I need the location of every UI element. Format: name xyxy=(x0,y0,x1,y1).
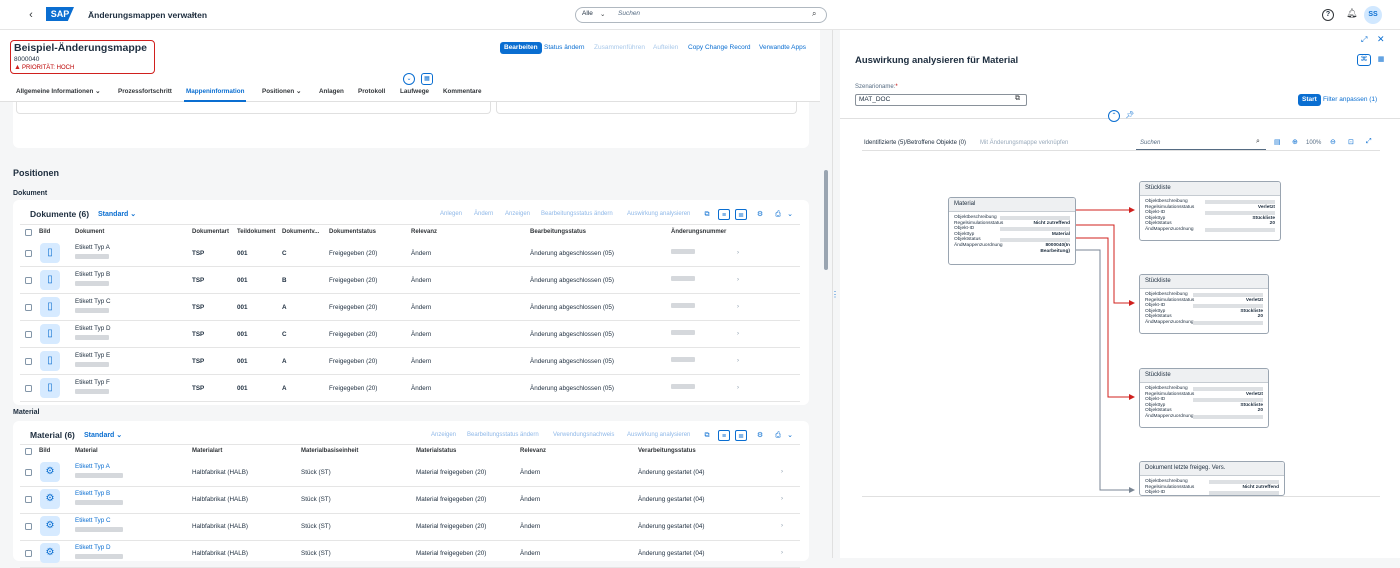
node-field-label: Objektbeschreibung xyxy=(1145,292,1188,297)
redacted-value xyxy=(1193,414,1263,419)
graph-node-bom2[interactable]: Stückliste Objektbeschreibung Regelsimula… xyxy=(1139,274,1269,334)
node-field-label: Regelsimulationsstatus xyxy=(954,220,1004,226)
node-field-label: Objektbeschreibung xyxy=(954,215,997,220)
node-field: Objekt-ID xyxy=(1140,490,1284,496)
node-title: Stückliste xyxy=(1140,182,1280,196)
node-field-label: Objektbeschreibung xyxy=(1145,199,1188,204)
redacted-value xyxy=(1000,227,1070,232)
node-title: Material xyxy=(949,198,1075,212)
node-field-label: Objekt-ID xyxy=(1145,490,1166,496)
node-field-label: Objekt-ID xyxy=(1145,397,1166,403)
node-body: Objektbeschreibung Regelsimulationsstatus… xyxy=(1140,289,1268,326)
graph-node-bom1[interactable]: Stückliste Objektbeschreibung Regelsimula… xyxy=(1139,181,1281,241)
edge-material-bom2 xyxy=(1076,224,1135,306)
edge-material-doc xyxy=(1076,249,1135,493)
node-title: Stückliste xyxy=(1140,369,1268,383)
node-field-label: ÄndMappenzuordnung xyxy=(954,242,1003,248)
node-field-label: Regelsimulationsstatus xyxy=(1145,297,1195,303)
node-body: Objektbeschreibung Regelsimulationsstatus… xyxy=(1140,476,1284,496)
node-field-label: Regelsimulationsstatus xyxy=(1145,484,1195,490)
node-field-label: Objekt-ID xyxy=(954,226,975,232)
redacted-value xyxy=(1193,293,1263,297)
redacted-value xyxy=(1193,304,1263,309)
node-field-label: Objektbeschreibung xyxy=(1145,386,1188,391)
node-field-label: Regelsimulationsstatus xyxy=(1145,204,1195,210)
redacted-value xyxy=(1000,238,1070,243)
redacted-value xyxy=(1000,216,1070,220)
edge-material-bom3 xyxy=(1076,237,1135,400)
graph-node-material[interactable]: Material Objektbeschreibung Regelsimulati… xyxy=(948,197,1076,265)
graph-node-bom3[interactable]: Stückliste Objektbeschreibung Regelsimula… xyxy=(1139,368,1269,428)
node-field-label: Objekt-ID xyxy=(1145,210,1166,216)
node-field-value: Bearbeitung) xyxy=(1040,248,1070,254)
node-field-label: ÄndMappenzuordnung xyxy=(1145,413,1194,419)
redacted-value xyxy=(1193,398,1263,403)
node-title: Dokument letzte freigeg. Vers. xyxy=(1140,462,1284,476)
node-field: ÄndMappenzuordnung xyxy=(1140,414,1268,420)
node-field-label: Objekt-ID xyxy=(1145,303,1166,309)
node-field: ÄndMappenzuordnung xyxy=(1140,320,1268,326)
node-field-label: Objektbeschreibung xyxy=(1145,479,1188,484)
node-field: Bearbeitung) xyxy=(949,249,1075,255)
node-field-label: Objektstatus xyxy=(1145,221,1172,227)
node-field-label: ÄndMappenzuordnung xyxy=(1145,226,1194,232)
node-title: Stückliste xyxy=(1140,275,1268,289)
node-field-label: Objektstatus xyxy=(954,237,981,243)
node-body: Objektbeschreibung Regelsimulationsstatus… xyxy=(1140,196,1280,233)
node-field-label: Objektstatus xyxy=(1145,314,1172,320)
redacted-value xyxy=(1193,320,1263,325)
node-body: Objektbeschreibung Regelsimulationsstatus… xyxy=(1140,383,1268,420)
node-field: ÄndMappenzuordnung xyxy=(1140,227,1280,233)
node-field-label: ÄndMappenzuordnung xyxy=(1145,319,1194,325)
node-field-label: Regelsimulationsstatus xyxy=(1145,391,1195,397)
node-field-label: Objektstatus xyxy=(1145,408,1172,414)
redacted-value xyxy=(1205,200,1275,204)
redacted-value xyxy=(1193,387,1263,391)
node-body: Objektbeschreibung Regelsimulationsstatus… xyxy=(949,212,1075,254)
redacted-value xyxy=(1209,491,1279,495)
redacted-value xyxy=(1209,480,1279,484)
redacted-value xyxy=(1205,211,1275,216)
graph-node-doc[interactable]: Dokument letzte freigeg. Vers. Objektbes… xyxy=(1139,461,1285,496)
redacted-value xyxy=(1205,227,1275,232)
